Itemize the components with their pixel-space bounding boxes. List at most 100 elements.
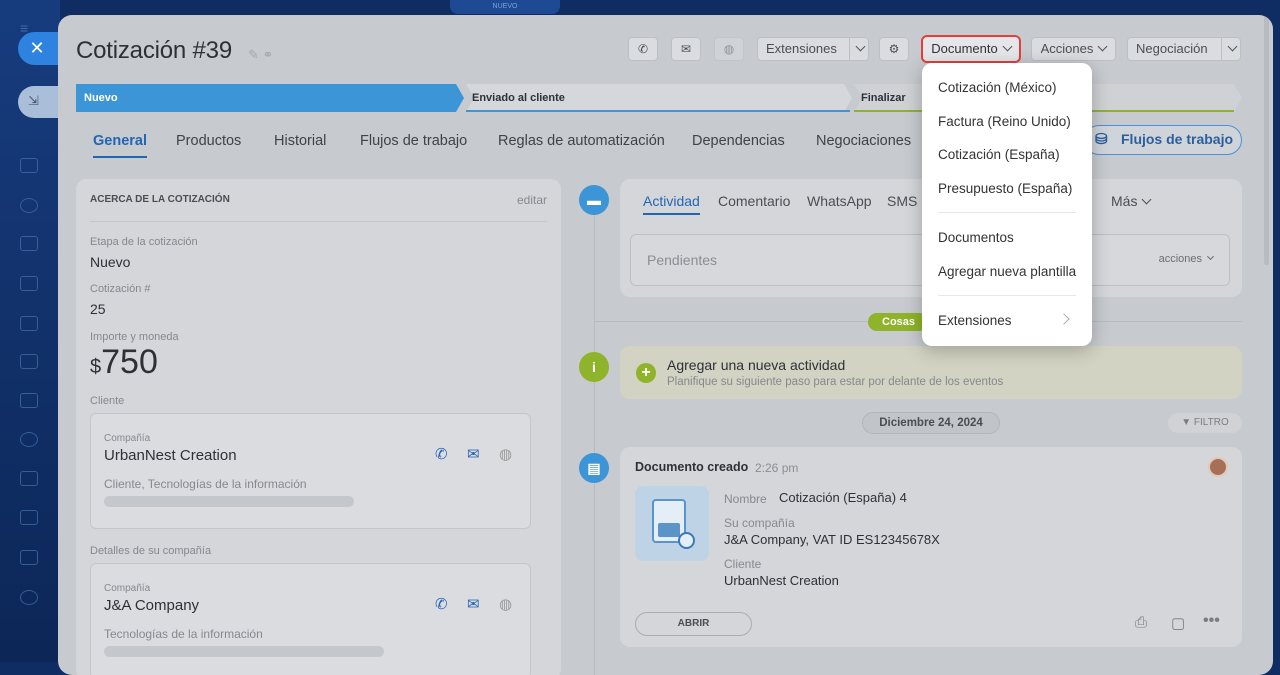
tab-comentario[interactable]: Comentario: [718, 193, 790, 209]
menu-item-cotizacion-mexico[interactable]: Cotización (México): [938, 80, 1057, 95]
menu-item-agregar-plantilla[interactable]: Agregar nueva plantilla: [938, 264, 1076, 279]
nav-icon-8[interactable]: [20, 432, 38, 447]
open-button[interactable]: ABRIR: [635, 612, 752, 636]
settings-icon[interactable]: ⚙: [879, 37, 909, 61]
stage-label: Etapa de la cotización: [90, 236, 198, 248]
document-button[interactable]: Documento: [921, 35, 1021, 63]
about-heading: ACERCA DE LA COTIZACIÓN: [90, 194, 230, 205]
note-icon[interactable]: ▢: [1171, 614, 1185, 632]
tab-productos[interactable]: Productos: [176, 133, 241, 149]
actions-button[interactable]: Acciones: [1031, 37, 1116, 61]
my-company-card: Compañía J&A Company ✆ ✉ ◍ Tecnologías d…: [90, 563, 531, 675]
plus-icon: +: [636, 363, 656, 383]
doc-client-label: Cliente: [724, 557, 762, 571]
document-event-card: Documento creado 2:26 pm Nombre Cotizaci…: [620, 447, 1242, 647]
stage-nuevo[interactable]: Nuevo: [76, 84, 118, 112]
timeline-line: [594, 195, 595, 675]
chat-icon[interactable]: ◍: [499, 445, 512, 463]
edit-icon[interactable]: ✎ ⚭: [248, 47, 273, 63]
nav-icon-1[interactable]: [20, 158, 38, 173]
menu-item-extensiones[interactable]: Extensiones: [938, 313, 1012, 328]
nav-icon-11[interactable]: [20, 550, 38, 565]
nav-icon-12[interactable]: [20, 590, 38, 605]
cosas-badge: Cosas: [868, 313, 928, 331]
doc-name-value[interactable]: Cotización (España) 4: [779, 490, 907, 505]
filter-button[interactable]: ▼ FILTRO: [1168, 413, 1242, 433]
tab-flujos[interactable]: Flujos de trabajo: [360, 133, 467, 149]
stage-value: Nuevo: [90, 254, 131, 270]
number-value: 25: [90, 301, 106, 317]
doc-client-value: UrbanNest Creation: [724, 573, 839, 588]
stage-enviado[interactable]: Enviado al cliente: [464, 84, 565, 112]
nav-icon-3[interactable]: [20, 236, 38, 251]
tab-sms[interactable]: SMS: [887, 193, 917, 209]
phone-icon[interactable]: ✆: [435, 445, 448, 463]
page-title: Cotización #39: [76, 37, 232, 64]
comment-icon: ▬: [579, 185, 609, 215]
mail-icon[interactable]: ✉: [671, 37, 701, 61]
tab-historial[interactable]: Historial: [274, 133, 326, 149]
about-card: ACERCA DE LA COTIZACIÓN editar Etapa de …: [76, 179, 561, 675]
nav-icon-4[interactable]: [20, 276, 38, 291]
edit-link[interactable]: editar: [517, 193, 547, 207]
blurred-info: [104, 496, 354, 507]
document-thumb-icon[interactable]: [635, 486, 709, 561]
workflows-button[interactable]: ⛁ Flujos de trabajo: [1084, 125, 1242, 155]
add-activity-subtitle: Planifique su siguiente paso para estar …: [667, 376, 1004, 388]
phone-icon[interactable]: ✆: [435, 595, 448, 613]
nav-icon-5[interactable]: [20, 316, 38, 331]
chat-icon[interactable]: ◍: [499, 595, 512, 613]
doc-company-label: Su compañía: [724, 516, 795, 530]
tab-negociaciones[interactable]: Negociaciones: [816, 133, 911, 149]
menu-item-cotizacion-espana[interactable]: Cotización (España): [938, 147, 1060, 162]
chat-icon[interactable]: ◍: [714, 37, 744, 61]
mail-icon[interactable]: ✉: [467, 595, 480, 613]
print-icon[interactable]: ⎙: [1135, 614, 1147, 631]
nav-icon-9[interactable]: [20, 471, 38, 486]
nav-icon-2[interactable]: [20, 198, 38, 213]
filter-icon: ▼: [1181, 417, 1194, 428]
event-title: Documento creado: [635, 460, 749, 474]
info-icon: i: [579, 352, 609, 382]
blurred-info: [104, 646, 384, 657]
company-desc: Cliente, Tecnologías de la información: [104, 477, 307, 491]
menu-item-factura-reino-unido[interactable]: Factura (Reino Unido): [938, 114, 1071, 129]
details-label: Detalles de su compañía: [90, 545, 212, 557]
top-badge: NUEVO: [450, 0, 560, 14]
tab-general[interactable]: General: [93, 133, 147, 158]
extensions-button[interactable]: Extensiones: [757, 37, 869, 61]
arrow-down-icon: ⇲: [28, 93, 39, 108]
more-icon[interactable]: •••: [1203, 612, 1220, 630]
menu-item-documentos[interactable]: Documentos: [938, 230, 1014, 245]
tab-mas[interactable]: Más: [1111, 193, 1152, 209]
mail-icon[interactable]: ✉: [467, 445, 480, 463]
nav-icon-10[interactable]: [20, 510, 38, 525]
client-company-card: Compañía UrbanNest Creation ✆ ✉ ◍ Client…: [90, 413, 531, 529]
pending-label: Pendientes: [647, 252, 718, 268]
nav-icon-6[interactable]: [20, 354, 38, 369]
doc-company-value: J&A Company, VAT ID ES12345678X: [724, 532, 940, 547]
tab-dependencias[interactable]: Dependencias: [692, 133, 785, 149]
stage-finalizar[interactable]: Finalizar: [853, 84, 906, 112]
scrollbar[interactable]: [1264, 15, 1269, 265]
minimize-tab[interactable]: ⇲: [18, 86, 60, 118]
deal-button[interactable]: Negociación: [1127, 37, 1241, 61]
company-name[interactable]: UrbanNest Creation: [104, 447, 237, 464]
date-badge: Diciembre 24, 2024: [862, 412, 1000, 434]
add-activity-card[interactable]: + Agregar una nueva actividad Planifique…: [620, 346, 1242, 399]
my-company-name[interactable]: J&A Company: [104, 597, 199, 614]
tab-reglas[interactable]: Reglas de automatización: [498, 133, 665, 149]
chevron-right-icon: [1058, 313, 1070, 325]
company-label: Compañía: [104, 433, 151, 444]
nav-icon-7[interactable]: [20, 393, 38, 408]
menu-item-presupuesto-espana[interactable]: Presupuesto (España): [938, 181, 1072, 196]
close-icon[interactable]: ✕: [18, 32, 62, 65]
phone-icon[interactable]: ✆: [628, 37, 658, 61]
tab-whatsapp[interactable]: WhatsApp: [807, 193, 872, 209]
workflow-icon: ⛁: [1095, 131, 1108, 148]
my-company-label: Compañía: [104, 583, 151, 594]
pending-actions[interactable]: acciones: [1159, 252, 1215, 265]
tab-actividad[interactable]: Actividad: [643, 193, 700, 209]
number-label: Cotización #: [90, 283, 151, 295]
avatar[interactable]: [1208, 457, 1228, 477]
